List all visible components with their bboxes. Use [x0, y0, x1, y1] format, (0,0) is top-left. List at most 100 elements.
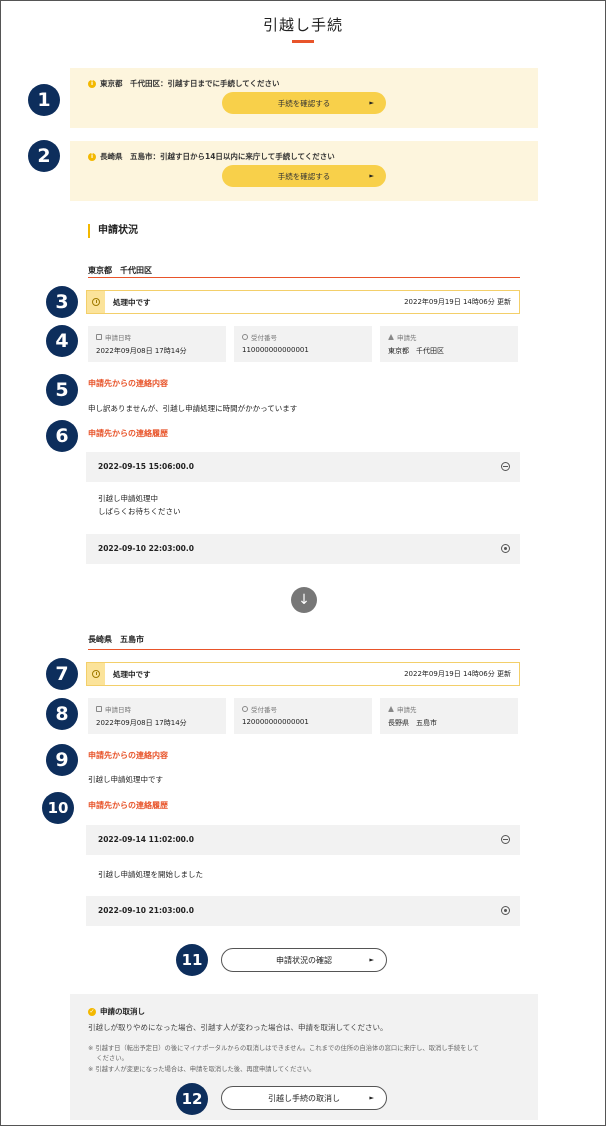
clock-icon-wrap	[87, 291, 105, 313]
history-body-line: 引越し申請処理中	[98, 494, 158, 503]
button-label: 手続を確認する	[277, 171, 331, 181]
card-label-text: 申請日時	[105, 706, 131, 714]
marker-11: 11	[176, 944, 208, 976]
contact-text: 申し訳ありませんが、引越し申請処理に時間がかかっています	[88, 404, 298, 413]
history-heading: 申請先からの連絡履歴	[88, 429, 168, 438]
home-icon	[388, 334, 394, 340]
history-date: 2022-09-14 11:02:00.0	[98, 835, 194, 844]
expand-icon[interactable]	[501, 544, 510, 553]
triangle-right-icon: ►	[369, 172, 374, 180]
info-card-receipt-number: 受付番号 120000000000001	[234, 698, 372, 734]
card-label-text: 申請先	[397, 334, 417, 342]
history-body: 引越し申請処理を開始しました	[98, 868, 203, 881]
history-row[interactable]: 2022-09-14 11:02:00.0	[86, 825, 520, 855]
info-card-receipt-number: 受付番号 110000000000001	[234, 326, 372, 362]
contact-heading: 申請先からの連絡内容	[88, 379, 168, 388]
card-value: 東京都 千代田区	[388, 347, 444, 355]
info-card-applied-at: 申請日時 2022年09月08日 17時14分	[88, 698, 226, 734]
status-box: 処理中です 2022年09月19日 14時06分 更新	[86, 662, 520, 686]
button-label: 引越し手続の取消し	[268, 1093, 340, 1103]
history-body: 引越し申請処理中 しばらくお待ちください	[98, 492, 181, 518]
arrow-down-icon: ↓	[291, 587, 317, 613]
check-status-button[interactable]: 申請状況の確認 ►	[221, 948, 387, 972]
notice-nagasaki: i 長崎県 五島市：引越す日から14日以内に来庁して手続してください 手続を確認…	[70, 141, 538, 201]
home-icon	[388, 706, 394, 712]
clock-icon-wrap	[87, 663, 105, 685]
card-label-text: 受付番号	[251, 706, 277, 714]
marker-1: 1	[28, 84, 60, 116]
clock-icon	[92, 298, 100, 306]
title-underline	[292, 40, 314, 43]
marker-9: 9	[46, 744, 78, 776]
history-body-line: しばらくお待ちください	[98, 507, 181, 516]
card-label-text: 申請先	[397, 706, 417, 714]
confirm-procedure-button[interactable]: 手続を確認する ►	[222, 165, 386, 187]
updated-time: 2022年09月19日 14時06分 更新	[404, 298, 511, 306]
receipt-icon	[242, 706, 248, 712]
marker-4: 4	[46, 325, 78, 357]
info-icon: i	[88, 79, 96, 88]
confirm-procedure-button[interactable]: 手続を確認する ►	[222, 92, 386, 114]
collapse-icon[interactable]	[501, 835, 510, 844]
check-icon: ✓	[88, 1007, 96, 1016]
calendar-icon	[96, 334, 102, 340]
status-box: 処理中です 2022年09月19日 14時06分 更新	[86, 290, 520, 314]
collapse-icon[interactable]	[501, 462, 510, 471]
history-heading: 申請先からの連絡履歴	[88, 801, 168, 810]
status-section-heading: 申請状況	[88, 224, 138, 238]
info-card-applied-at: 申請日時 2022年09月08日 17時14分	[88, 326, 226, 362]
history-row[interactable]: 2022-09-10 22:03:00.0	[86, 534, 520, 564]
expand-icon[interactable]	[501, 906, 510, 915]
triangle-right-icon: ►	[369, 1094, 374, 1102]
info-card-destination: 申請先 東京都 千代田区	[380, 326, 518, 362]
status-text: 処理中です	[113, 670, 151, 679]
triangle-right-icon: ►	[369, 956, 374, 964]
marker-3: 3	[46, 286, 78, 318]
info-icon: i	[88, 152, 96, 161]
marker-10: 10	[42, 792, 74, 824]
status-text: 処理中です	[113, 298, 151, 307]
application-pref-title: 東京都 千代田区	[88, 266, 152, 275]
marker-8: 8	[46, 698, 78, 730]
triangle-right-icon: ►	[369, 99, 374, 107]
card-value: 2022年09月08日 17時14分	[96, 347, 187, 355]
button-label: 申請状況の確認	[276, 955, 332, 965]
button-label: 手続を確認する	[277, 98, 331, 108]
notice-tokyo: i 東京都 千代田区：引越す日までに手続してください 手続を確認する ►	[70, 68, 538, 128]
receipt-icon	[242, 334, 248, 340]
contact-text: 引越し申請処理中です	[88, 775, 163, 784]
cancel-procedure-button[interactable]: 引越し手続の取消し ►	[221, 1086, 387, 1110]
application-pref-title: 長崎県 五島市	[88, 635, 144, 644]
marker-2: 2	[28, 140, 60, 172]
updated-time: 2022年09月19日 14時06分 更新	[404, 670, 511, 678]
cancel-heading: ✓ 申請の取消し	[88, 1006, 145, 1017]
card-label: 申請日時	[96, 704, 131, 714]
notice-label: 長崎県 五島市：引越す日から14日以内に来庁して手続してください	[100, 152, 335, 161]
card-value: 110000000000001	[242, 346, 309, 354]
history-row[interactable]: 2022-09-15 15:06:00.0	[86, 452, 520, 482]
history-body-line: 引越し申請処理を開始しました	[98, 870, 203, 879]
marker-6: 6	[46, 420, 78, 452]
history-row[interactable]: 2022-09-10 21:03:00.0	[86, 896, 520, 926]
marker-12: 12	[176, 1083, 208, 1115]
card-label: 申請先	[388, 704, 417, 714]
history-date: 2022-09-10 22:03:00.0	[98, 544, 194, 553]
cancel-note: ※ 引越す人が変更になった場合は、申請を取消した後、再度申請してください。	[88, 1066, 316, 1073]
card-label: 受付番号	[242, 332, 277, 342]
page-title: 引越し手続	[262, 16, 343, 34]
cancel-note: ください。	[88, 1055, 128, 1062]
notice-text: i 東京都 千代田区：引越す日までに手続してください	[88, 78, 280, 89]
card-value: 2022年09月08日 17時14分	[96, 719, 187, 727]
card-label-text: 受付番号	[251, 334, 277, 342]
clock-icon	[92, 670, 100, 678]
notice-text: i 長崎県 五島市：引越す日から14日以内に来庁して手続してください	[88, 151, 335, 162]
marker-7: 7	[46, 658, 78, 690]
contact-heading: 申請先からの連絡内容	[88, 751, 168, 760]
pref-divider	[88, 277, 520, 278]
cancel-heading-text: 申請の取消し	[100, 1007, 145, 1016]
history-date: 2022-09-10 21:03:00.0	[98, 906, 194, 915]
notice-label: 東京都 千代田区：引越す日までに手続してください	[100, 79, 280, 88]
history-date: 2022-09-15 15:06:00.0	[98, 462, 194, 471]
card-value: 120000000000001	[242, 718, 309, 726]
cancel-description: 引越しが取りやめになった場合、引越す人が変わった場合は、申請を取消してください。	[88, 1023, 388, 1032]
